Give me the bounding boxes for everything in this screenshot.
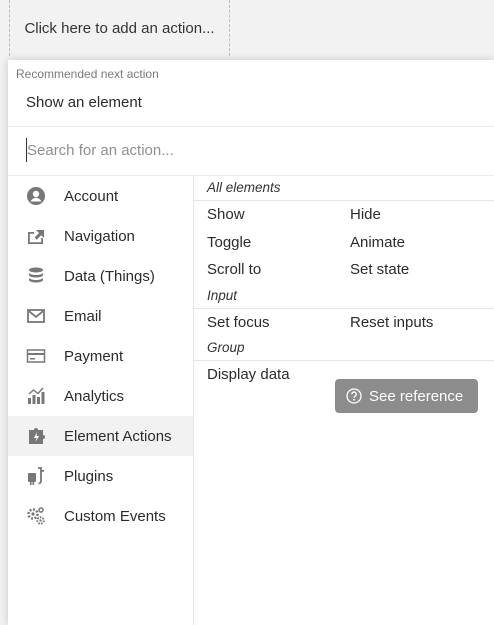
- plugins-icon: [26, 466, 46, 486]
- action-hide[interactable]: Hide: [350, 201, 381, 228]
- category-label: Element Actions: [64, 427, 172, 445]
- category-label: Custom Events: [64, 507, 166, 525]
- action-list: All elements Show Hide Toggle Animate Sc…: [194, 176, 494, 625]
- group-title-group: Group: [194, 336, 494, 361]
- category-label: Analytics: [64, 387, 125, 405]
- action-row: Set focus Reset inputs: [194, 309, 494, 337]
- category-account[interactable]: Account: [8, 176, 193, 216]
- category-plugins[interactable]: Plugins: [8, 456, 193, 496]
- group-title-input: Input: [194, 284, 494, 309]
- gears-icon: [26, 506, 46, 526]
- category-element-actions[interactable]: Element Actions: [8, 416, 193, 456]
- category-label: Email: [64, 307, 102, 325]
- see-reference-label: See reference: [369, 387, 464, 405]
- recommended-action-item[interactable]: Show an element: [26, 94, 142, 111]
- category-custom-events[interactable]: Custom Events: [8, 496, 193, 536]
- category-label: Plugins: [64, 467, 114, 485]
- category-data-things[interactable]: Data (Things): [8, 256, 193, 296]
- category-label: Data (Things): [64, 267, 155, 285]
- add-action-label: Click here to add an action...: [24, 19, 215, 37]
- navigation-icon: [26, 226, 46, 246]
- group-title-all-elements: All elements: [194, 176, 494, 201]
- add-action-button[interactable]: Click here to add an action...: [9, 0, 230, 56]
- category-navigation[interactable]: Navigation: [8, 216, 193, 256]
- category-analytics[interactable]: Analytics: [8, 376, 193, 416]
- action-reset-inputs[interactable]: Reset inputs: [350, 309, 433, 336]
- email-icon: [26, 306, 46, 326]
- action-row: Show Hide: [194, 201, 494, 229]
- action-display-data[interactable]: Display data: [207, 361, 290, 388]
- credit-card-icon: [26, 346, 46, 366]
- category-label: Payment: [64, 347, 124, 365]
- action-show[interactable]: Show: [207, 201, 245, 228]
- account-icon: [26, 186, 46, 206]
- category-label: Navigation: [64, 227, 135, 245]
- analytics-icon: [26, 386, 46, 406]
- see-reference-button[interactable]: See reference: [335, 379, 478, 413]
- action-toggle[interactable]: Toggle: [207, 229, 251, 256]
- recommended-heading: Recommended next action: [16, 67, 159, 81]
- category-email[interactable]: Email: [8, 296, 193, 336]
- help-circle-icon: [346, 388, 362, 404]
- action-set-focus[interactable]: Set focus: [207, 309, 270, 336]
- divider: [8, 126, 494, 127]
- action-scroll-to[interactable]: Scroll to: [207, 256, 261, 283]
- element-actions-icon: [26, 426, 46, 446]
- action-animate[interactable]: Animate: [350, 229, 405, 256]
- database-icon: [26, 266, 46, 286]
- action-search-input[interactable]: [26, 138, 467, 162]
- category-list: Account Navigation Data (Things) Email P…: [8, 176, 194, 625]
- action-row: Scroll to Set state: [194, 256, 494, 284]
- category-payment[interactable]: Payment: [8, 336, 193, 376]
- action-set-state[interactable]: Set state: [350, 256, 409, 283]
- category-label: Account: [64, 187, 119, 205]
- action-picker-panel: Recommended next action Show an element …: [8, 60, 494, 625]
- action-row: Toggle Animate: [194, 229, 494, 257]
